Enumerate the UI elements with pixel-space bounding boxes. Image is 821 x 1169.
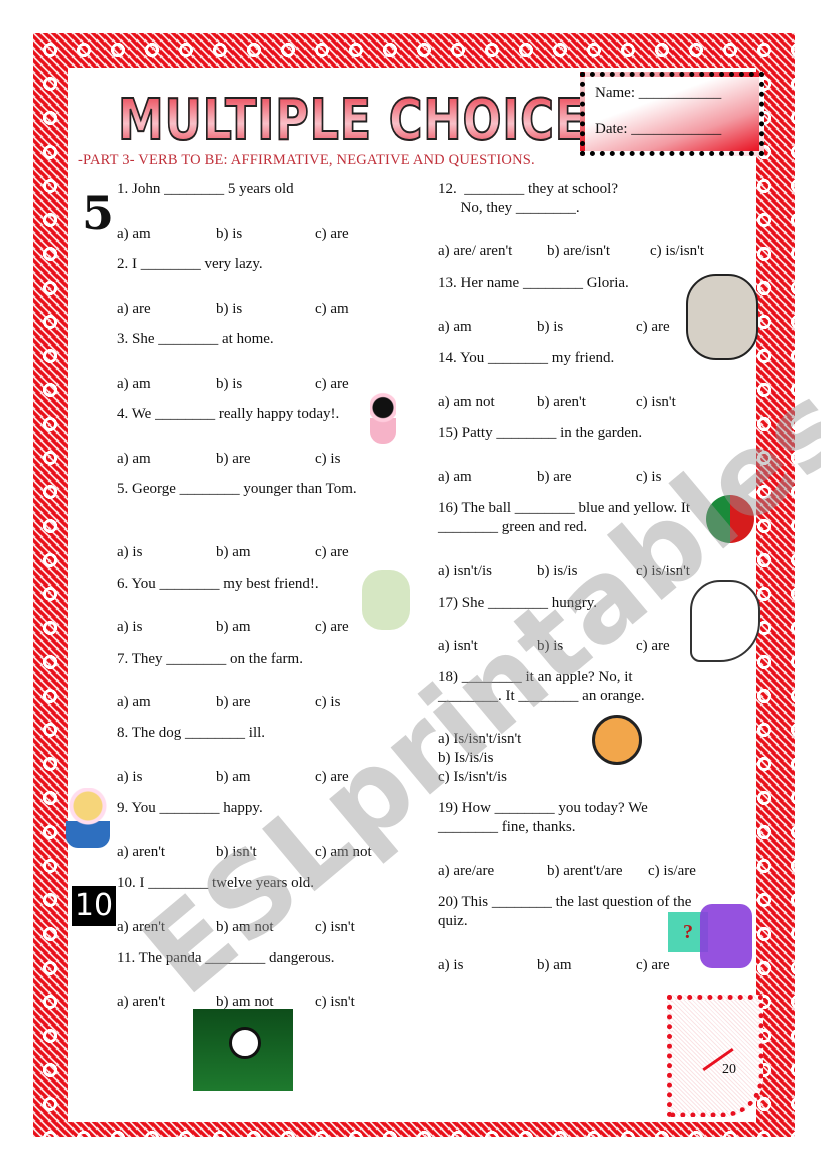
option-b[interactable]: b) is (216, 226, 242, 243)
option-b[interactable]: b) is (537, 319, 563, 336)
option-a[interactable]: a) am (117, 226, 151, 243)
bear-picture-icon (362, 570, 410, 630)
worksheet-title: MULTIPLE CHOICE (117, 87, 587, 154)
option-b[interactable]: b) am (216, 619, 251, 636)
option-c[interactable]: c) isn't (315, 994, 355, 1011)
panda-picture-icon (193, 1009, 293, 1091)
question-12: 12. ________ they at school? No, they __… (438, 181, 618, 216)
option-c[interactable]: c) is (315, 451, 340, 468)
option-b[interactable]: b) Is/is/is (438, 750, 493, 767)
question-2: 2. I ________ very lazy. (117, 256, 263, 272)
option-a[interactable]: a) is (117, 544, 142, 561)
option-b[interactable]: b) is/is (537, 563, 577, 580)
option-b[interactable]: b) am (216, 769, 251, 786)
option-c[interactable]: c) is/isn't (636, 563, 690, 580)
option-b[interactable]: b) isn't (216, 844, 257, 861)
option-c[interactable]: c) Is/isn't/is (438, 769, 507, 786)
name-field[interactable]: Name: ___________ (595, 85, 721, 102)
option-c[interactable]: c) am (315, 301, 349, 318)
option-c[interactable]: c) am not (315, 844, 372, 861)
option-a[interactable]: a) am (117, 451, 151, 468)
option-c[interactable]: c) are (636, 638, 670, 655)
option-a[interactable]: a) am (438, 319, 472, 336)
option-a[interactable]: a) am (117, 376, 151, 393)
option-c[interactable]: c) are (636, 957, 670, 974)
question-3: 3. She ________ at home. (117, 331, 274, 347)
option-c[interactable]: c) is (636, 469, 661, 486)
option-c[interactable]: c) isn't (315, 919, 355, 936)
question-18: 18) ________ it an apple? No, it _______… (438, 669, 645, 704)
question-20: 20) This ________ the last question of t… (438, 894, 692, 929)
question-8: 8. The dog ________ ill. (117, 725, 266, 741)
option-b[interactable]: b) am (537, 957, 572, 974)
option-a[interactable]: a) are (117, 301, 151, 318)
option-c[interactable]: c) are (315, 226, 349, 243)
option-a[interactable]: a) isn't (438, 638, 478, 655)
option-a[interactable]: a) am not (438, 394, 495, 411)
orange-picture-icon (592, 715, 642, 765)
option-c[interactable]: c) are (315, 769, 349, 786)
option-a[interactable]: a) are/ aren't (438, 243, 512, 260)
option-b[interactable]: b) arent't/are (547, 863, 623, 880)
option-a[interactable]: a) am (438, 469, 472, 486)
name-date-box: Name: ___________ Date: ____________ (580, 72, 764, 156)
date-field[interactable]: Date: ____________ (595, 121, 721, 138)
option-b[interactable]: b) aren't (537, 394, 586, 411)
score-box: 20 (667, 995, 763, 1117)
option-a[interactable]: a) is (117, 619, 142, 636)
ball-picture-icon (706, 495, 754, 543)
option-b[interactable]: b) is (216, 301, 242, 318)
option-b[interactable]: b) am not (216, 919, 274, 936)
question-1: 1. John ________ 5 years old (117, 181, 294, 197)
option-a[interactable]: a) aren't (117, 844, 165, 861)
worksheet-subtitle: -PART 3- VERB TO BE: AFFIRMATIVE, NEGATI… (78, 152, 535, 168)
question-7: 7. They ________ on the farm. (117, 651, 303, 667)
option-c[interactable]: c) are (315, 619, 349, 636)
option-b[interactable]: b) are/isn't (547, 243, 610, 260)
option-a[interactable]: a) aren't (117, 919, 165, 936)
option-b[interactable]: b) are (537, 469, 572, 486)
option-c[interactable]: c) are (636, 319, 670, 336)
option-b[interactable]: b) are (216, 451, 251, 468)
option-a[interactable]: a) am (117, 694, 151, 711)
number-five-icon: 5 (82, 186, 115, 240)
score-total: 20 (722, 1062, 736, 1077)
option-c[interactable]: c) isn't (636, 394, 676, 411)
option-a[interactable]: a) is (438, 957, 463, 974)
girl-picture-icon (370, 392, 396, 444)
option-a[interactable]: a) isn't/is (438, 563, 492, 580)
question-11: 11. The panda ________ dangerous. (117, 950, 335, 966)
option-c[interactable]: c) are (315, 376, 349, 393)
option-a[interactable]: a) are/are (438, 863, 494, 880)
question-19: 19) How ________ you today? We ________ … (438, 800, 648, 835)
question-5: 5. George ________ younger than Tom. (117, 481, 357, 497)
number-one-icon (700, 904, 752, 968)
question-16: 16) The ball ________ blue and yellow. I… (438, 500, 691, 535)
question-9: 9. You ________ happy. (117, 800, 263, 816)
option-b[interactable]: b) am (216, 544, 251, 561)
option-a[interactable]: a) is (117, 769, 142, 786)
option-b[interactable]: b) is (216, 376, 242, 393)
option-c[interactable]: c) is (315, 694, 340, 711)
question-10: 10. I ________ twelve years old. (117, 875, 315, 891)
option-b[interactable]: b) are (216, 694, 251, 711)
question-14: 14. You ________ my friend. (438, 350, 615, 366)
crying-boy-icon (66, 788, 110, 848)
option-a[interactable]: a) aren't (117, 994, 165, 1011)
option-b[interactable]: b) is (537, 638, 563, 655)
option-a[interactable]: a) Is/isn't/isn't (438, 731, 521, 748)
teddy-bear-icon (686, 274, 758, 360)
option-c[interactable]: c) is/are (648, 863, 696, 880)
option-c[interactable]: c) is/isn't (650, 243, 704, 260)
question-15: 15) Patty ________ in the garden. (438, 425, 643, 441)
option-c[interactable]: c) are (315, 544, 349, 561)
number-ten-icon: 10 (72, 886, 116, 926)
